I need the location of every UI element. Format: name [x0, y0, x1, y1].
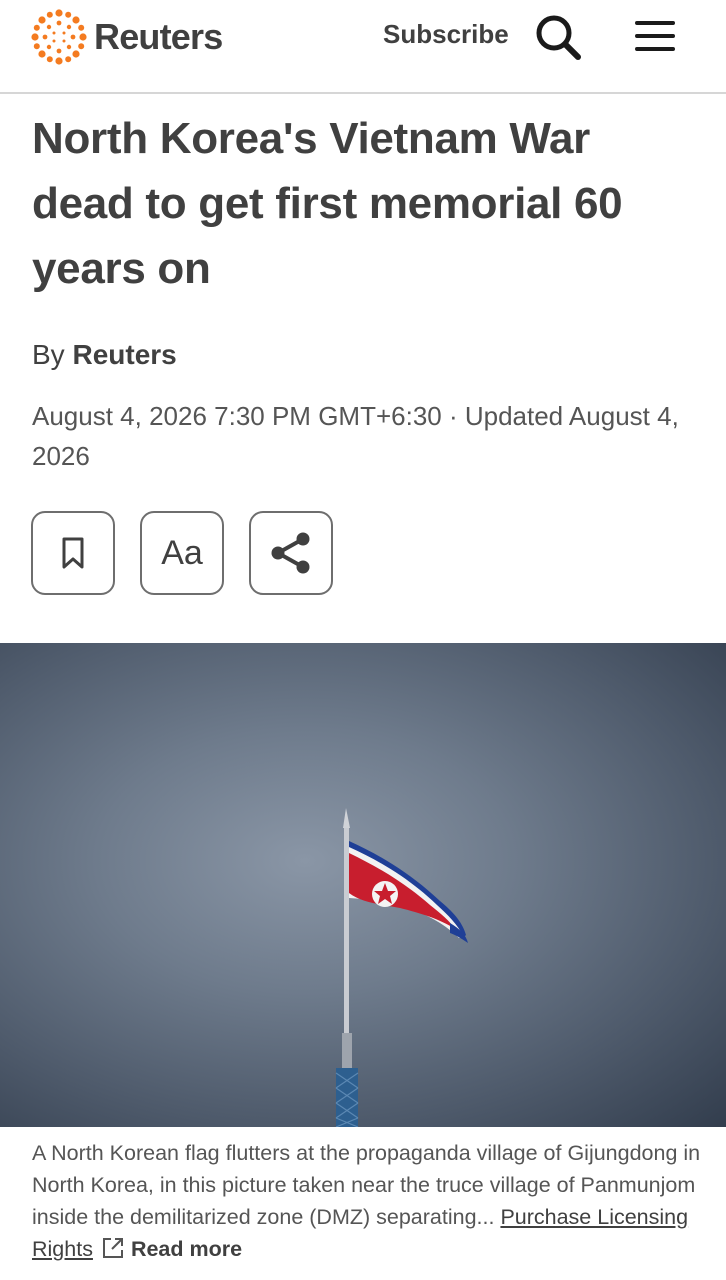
byline-prefix: By: [32, 339, 73, 370]
reuters-logo-mark-icon: [31, 9, 87, 65]
image-caption: A North Korean flag flutters at the prop…: [32, 1137, 702, 1265]
byline: By Reuters: [32, 339, 177, 371]
external-link-icon[interactable]: [101, 1236, 125, 1260]
bookmark-button[interactable]: [31, 511, 115, 595]
hamburger-menu-icon[interactable]: [634, 18, 676, 54]
share-icon: [271, 532, 310, 574]
font-size-button[interactable]: Aa: [140, 511, 224, 595]
article-dateline: August 4, 2026 7:30 PM GMT+6:30 · Update…: [32, 401, 679, 471]
subscribe-link[interactable]: Subscribe: [383, 19, 509, 50]
share-button[interactable]: [249, 511, 333, 595]
byline-author[interactable]: Reuters: [72, 339, 176, 370]
article-headline: North Korea's Vietnam War dead to get fi…: [32, 114, 623, 293]
site-header: Reuters Subscribe: [0, 0, 726, 94]
article-hero-image[interactable]: [0, 643, 726, 1127]
font-size-label: Aa: [161, 533, 203, 572]
search-icon[interactable]: [533, 12, 583, 62]
north-korean-flag-photo: [335, 808, 468, 1127]
read-more-link[interactable]: Read more: [131, 1237, 242, 1261]
bookmark-icon: [62, 537, 84, 569]
brand-name: Reuters: [94, 16, 223, 57]
reuters-logo[interactable]: Reuters: [30, 8, 223, 66]
